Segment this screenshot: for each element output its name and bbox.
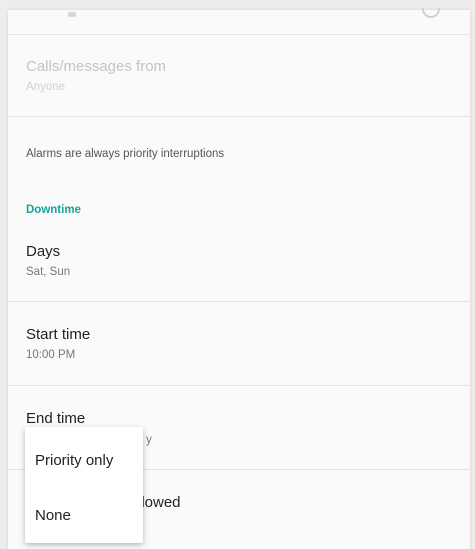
calls-messages-from-pref[interactable]: Calls/messages from Anyone — [8, 58, 470, 93]
start-time-title: Start time — [26, 326, 91, 343]
settings-screen: Calls/messages from Anyone Alarms are al… — [0, 0, 475, 549]
top-bar-partial — [8, 8, 470, 35]
end-time-pref[interactable]: End time — [8, 410, 470, 427]
days-pref[interactable]: Days Sat, Sun — [8, 243, 470, 278]
start-time-pref[interactable]: Start time 10:00 PM — [8, 326, 470, 361]
interruptions-allowed-title-fragment[interactable]: llowed — [138, 494, 181, 511]
interruption-options-popup: Priority only None — [25, 427, 143, 543]
popup-item-priority-only[interactable]: Priority only — [35, 452, 113, 469]
calls-messages-from-title: Calls/messages from — [26, 58, 167, 75]
end-time-summary-fragment: y — [146, 434, 152, 446]
divider — [8, 116, 470, 117]
cut-off-toolbar-icon — [422, 8, 440, 18]
divider — [8, 301, 470, 302]
end-time-title: End time — [26, 410, 86, 427]
days-summary: Sat, Sun — [26, 266, 71, 278]
downtime-section-header: Downtime — [26, 204, 81, 216]
start-time-summary: 10:00 PM — [26, 349, 76, 361]
divider — [8, 385, 470, 386]
popup-item-none[interactable]: None — [35, 507, 71, 524]
cut-off-title-fragment — [68, 12, 76, 17]
alarms-note: Alarms are always priority interruptions — [26, 148, 225, 160]
calls-messages-from-summary: Anyone — [26, 81, 66, 93]
days-title: Days — [26, 243, 61, 260]
